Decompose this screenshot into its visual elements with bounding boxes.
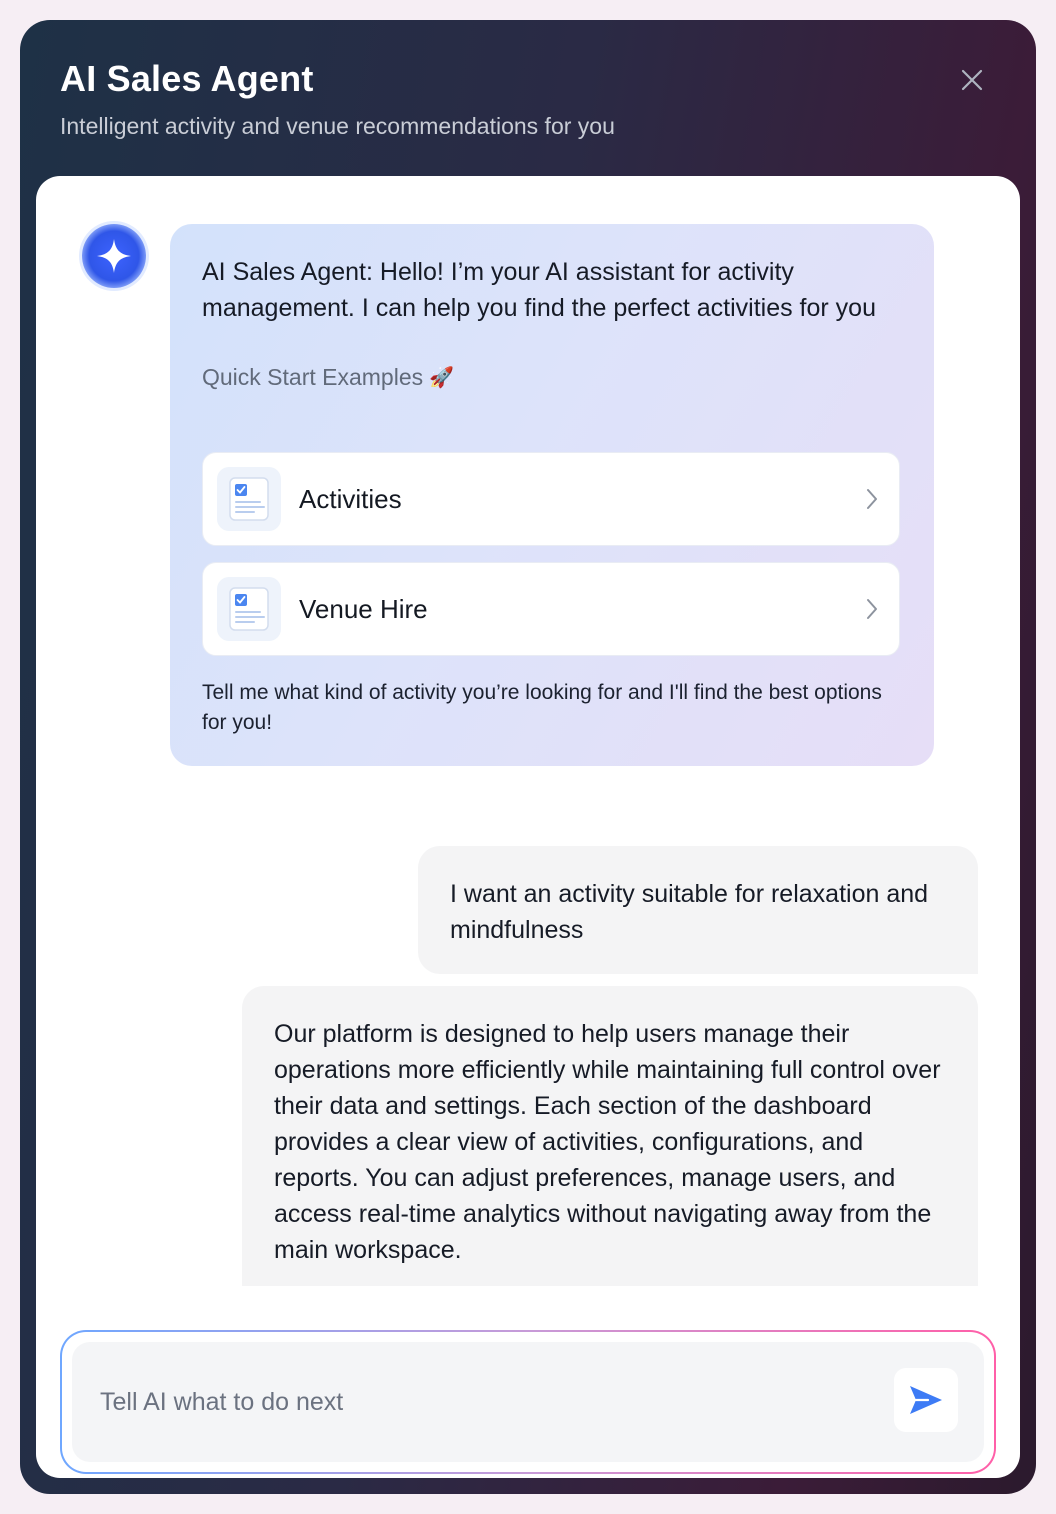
reply-message-bubble: Our platform is designed to help users m… — [242, 986, 978, 1286]
chevron-right-icon — [867, 599, 877, 619]
quick-start-title-text: Quick Start Examples — [202, 364, 424, 390]
sparkle-icon — [97, 239, 131, 273]
modal-title: AI Sales Agent — [60, 58, 314, 99]
close-icon — [961, 69, 983, 91]
quick-start-title: Quick Start Examples 🚀 — [202, 364, 902, 391]
bot-avatar — [82, 224, 146, 288]
quick-start-activities[interactable]: Activities — [202, 452, 900, 546]
close-button[interactable] — [955, 63, 989, 97]
bot-greeting-text: AI Sales Agent: Hello! I’m your AI assis… — [202, 258, 876, 322]
quick-start-label: Venue Hire — [299, 593, 428, 624]
modal-subtitle: Intelligent activity and venue recommend… — [60, 113, 615, 139]
chat-scroll-area[interactable]: AI Sales Agent: Hello! I’m your AI assis… — [36, 176, 1020, 1286]
user-message-bubble: I want an activity suitable for relaxati… — [418, 846, 978, 974]
message-input[interactable] — [100, 1387, 860, 1417]
rocket-icon: 🚀 — [429, 367, 455, 389]
send-button[interactable] — [894, 1368, 958, 1432]
ai-sales-agent-modal: AI Sales Agent Intelligent activity and … — [20, 20, 1036, 1494]
quick-start-venue-hire[interactable]: Venue Hire — [202, 562, 900, 656]
document-icon — [217, 467, 281, 531]
document-icon — [217, 577, 281, 641]
send-icon — [910, 1386, 942, 1414]
chevron-right-icon — [867, 489, 877, 509]
quick-start-label: Activities — [299, 483, 402, 514]
chat-panel: AI Sales Agent: Hello! I’m your AI assis… — [36, 176, 1020, 1478]
bot-footer-text: Tell me what kind of activity you’re loo… — [202, 681, 882, 734]
composer — [60, 1330, 996, 1474]
bot-message-bubble: AI Sales Agent: Hello! I’m your AI assis… — [170, 224, 934, 766]
